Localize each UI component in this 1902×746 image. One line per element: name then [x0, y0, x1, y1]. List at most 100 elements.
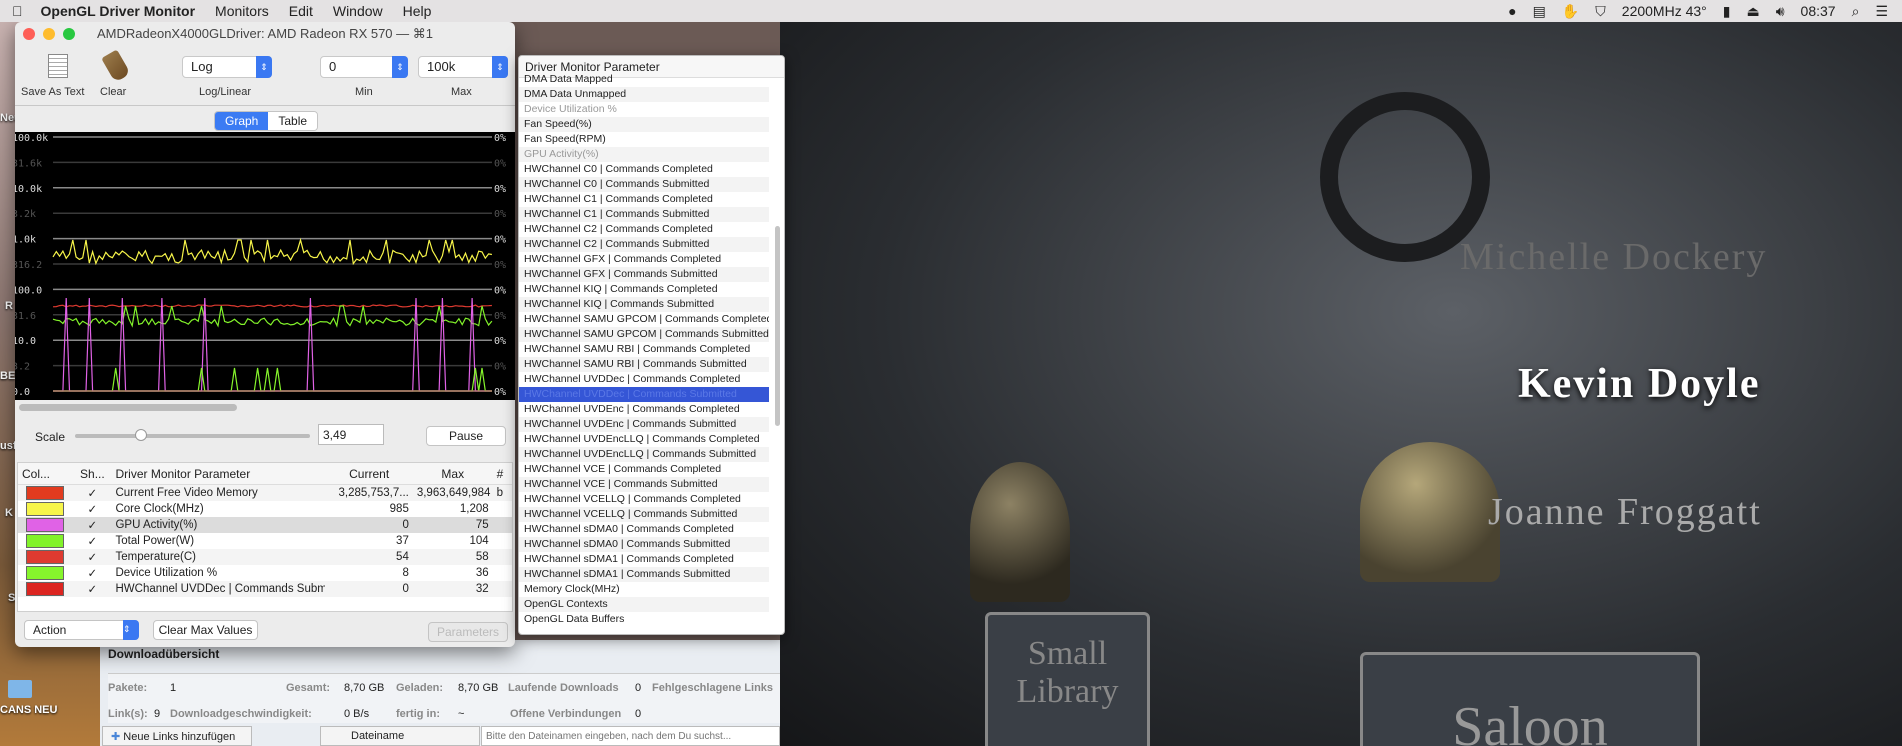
volume-icon[interactable]: 🔊︎	[1776, 3, 1785, 20]
slider-knob[interactable]	[134, 429, 147, 441]
zoom-button[interactable]	[63, 28, 75, 40]
search-input[interactable]	[481, 726, 780, 746]
parameter-list-item[interactable]: Fan Speed(RPM)	[519, 132, 769, 147]
parameter-list-item[interactable]: Device Utilization %	[519, 102, 769, 117]
log-linear-select[interactable]: Log ⇕	[182, 56, 272, 78]
col-show[interactable]: Sh...	[73, 467, 111, 481]
minimize-button[interactable]	[43, 28, 55, 40]
color-swatch[interactable]	[26, 550, 64, 564]
parameter-list-item[interactable]: HWChannel VCELLQ | Commands Submitted	[519, 507, 769, 522]
parameter-list-item[interactable]: HWChannel VCE | Commands Submitted	[519, 477, 769, 492]
parameter-list-item[interactable]: Fan Speed(%)	[519, 117, 769, 132]
parameter-list-item[interactable]: HWChannel VCE | Commands Completed	[519, 462, 769, 477]
parameter-list-item[interactable]: HWChannel UVDDec | Commands Submitted	[519, 387, 769, 402]
menu-edit[interactable]: Edit	[289, 3, 313, 19]
parameter-list-item[interactable]: HWChannel SAMU RBI | Commands Submitted	[519, 357, 769, 372]
list-scrollbar[interactable]	[775, 226, 780, 426]
parameter-list-item[interactable]: HWChannel sDMA0 | Commands Submitted	[519, 537, 769, 552]
drive-icon[interactable]: ▤	[1533, 3, 1546, 20]
color-swatch[interactable]	[26, 582, 64, 596]
video-player[interactable]: Small Library Saloon Michelle Dockery Ke…	[780, 22, 1902, 746]
clock[interactable]: 08:37	[1801, 3, 1836, 19]
table-row[interactable]: ✓ Device Utilization % 8 36	[18, 565, 512, 581]
parameter-list-item[interactable]: HWChannel UVDEnc | Commands Completed	[519, 402, 769, 417]
col-parameter[interactable]: Driver Monitor Parameter	[111, 467, 325, 481]
show-checkbox[interactable]: ✓	[73, 518, 111, 532]
parameter-list-item[interactable]: HWChannel sDMA1 | Commands Submitted	[519, 567, 769, 582]
pause-button[interactable]: Pause	[426, 426, 506, 446]
show-checkbox[interactable]: ✓	[73, 550, 111, 564]
parameter-list-item[interactable]: GPU Activity(%)	[519, 147, 769, 162]
apple-icon[interactable]: 	[12, 3, 23, 19]
color-swatch[interactable]	[26, 502, 64, 516]
list-icon[interactable]: ☰	[1875, 3, 1888, 20]
parameter-list-item[interactable]: HWChannel UVDEnc | Commands Submitted	[519, 417, 769, 432]
menu-app[interactable]: OpenGL Driver Monitor	[41, 3, 196, 19]
folder-icon[interactable]	[8, 680, 32, 698]
color-swatch[interactable]	[26, 534, 64, 548]
parameters-button[interactable]: Parameters	[428, 622, 508, 642]
sd-card-icon[interactable]: ▮	[1723, 3, 1731, 20]
parameter-list-item[interactable]: HWChannel C0 | Commands Completed	[519, 162, 769, 177]
save-as-text-icon[interactable]	[48, 54, 68, 78]
min-select[interactable]: 0 ⇕	[320, 56, 408, 78]
color-swatch[interactable]	[26, 518, 64, 532]
col-unit[interactable]: #	[493, 467, 512, 481]
add-links-button[interactable]: ✚ Neue Links hinzufügen	[102, 726, 252, 746]
scale-input[interactable]: 3,49	[318, 424, 384, 445]
parameter-list-item[interactable]: HWChannel C1 | Commands Submitted	[519, 207, 769, 222]
parameter-list-item[interactable]: OpenGL Contexts	[519, 597, 769, 612]
parameter-list-item[interactable]: HWChannel C1 | Commands Completed	[519, 192, 769, 207]
parameter-list-item[interactable]: HWChannel C2 | Commands Submitted	[519, 237, 769, 252]
menu-window[interactable]: Window	[333, 3, 383, 19]
col-color[interactable]: Col...	[18, 467, 73, 481]
parameter-list-item[interactable]: HWChannel SAMU RBI | Commands Completed	[519, 342, 769, 357]
color-swatch[interactable]	[26, 486, 64, 500]
parameter-list-item[interactable]: HWChannel KIQ | Commands Submitted	[519, 297, 769, 312]
parameter-list-item[interactable]: HWChannel C0 | Commands Submitted	[519, 177, 769, 192]
table-row[interactable]: ✓ Temperature(C) 54 58	[18, 549, 512, 565]
parameter-list-item[interactable]: HWChannel GFX | Commands Completed	[519, 252, 769, 267]
parameter-list-item[interactable]: HWChannel SAMU GPCOM | Commands Complete…	[519, 312, 769, 327]
graph-scrollbar[interactable]	[19, 404, 237, 411]
show-checkbox[interactable]: ✓	[73, 486, 111, 500]
table-row[interactable]: ✓ Current Free Video Memory 3,285,753,7.…	[18, 485, 512, 501]
desktop-label[interactable]: CANS NEU	[0, 704, 57, 716]
broom-icon[interactable]	[101, 49, 131, 83]
table-row[interactable]: ✓ HWChannel UVDDec | Commands Submitt 0 …	[18, 581, 512, 597]
show-checkbox[interactable]: ✓	[73, 502, 111, 516]
parameter-list-item[interactable]: HWChannel UVDEncLLQ | Commands Completed	[519, 432, 769, 447]
parameter-list-item[interactable]: HWChannel VCELLQ | Commands Completed	[519, 492, 769, 507]
parameter-list-item[interactable]: HWChannel UVDDec | Commands Completed	[519, 372, 769, 387]
menu-monitors[interactable]: Monitors	[215, 3, 269, 19]
table-row[interactable]: ✓ Total Power(W) 37 104	[18, 533, 512, 549]
cpu-monitor[interactable]: 2200MHz 43°	[1622, 3, 1707, 19]
scale-slider[interactable]	[75, 429, 310, 441]
hand-icon[interactable]: ✋	[1562, 3, 1579, 20]
col-current[interactable]: Current	[325, 467, 412, 481]
table-row[interactable]: ✓ Core Clock(MHz) 985 1,208	[18, 501, 512, 517]
parameter-list-item[interactable]: OpenGL Data Buffers	[519, 612, 769, 627]
column-select[interactable]: Dateiname	[320, 726, 480, 746]
close-button[interactable]	[23, 28, 35, 40]
col-max[interactable]: Max	[413, 467, 493, 481]
clear-button[interactable]: Clear	[100, 86, 126, 98]
parameter-list-item[interactable]: HWChannel C2 | Commands Completed	[519, 222, 769, 237]
menu-help[interactable]: Help	[403, 3, 432, 19]
globe-icon[interactable]: ●	[1508, 3, 1516, 19]
parameter-list-item[interactable]: HWChannel SAMU GPCOM | Commands Submitte…	[519, 327, 769, 342]
parameter-list-item[interactable]: HWChannel sDMA0 | Commands Completed	[519, 522, 769, 537]
parameter-list-item[interactable]: Memory Clock(MHz)	[519, 582, 769, 597]
eject-icon[interactable]: ⏏	[1746, 3, 1759, 20]
clear-max-values-button[interactable]: Clear Max Values	[153, 620, 258, 640]
shield-icon[interactable]: ⛉	[1595, 3, 1606, 20]
table-row[interactable]: ✓ GPU Activity(%) 0 75	[18, 517, 512, 533]
show-checkbox[interactable]: ✓	[73, 534, 111, 548]
action-select[interactable]: Action ⇕	[24, 620, 139, 640]
tab-graph[interactable]: Graph	[215, 112, 269, 130]
parameter-list-item[interactable]: HWChannel KIQ | Commands Completed	[519, 282, 769, 297]
search-icon[interactable]: ⌕	[1852, 3, 1860, 20]
color-swatch[interactable]	[26, 566, 64, 580]
show-checkbox[interactable]: ✓	[73, 582, 111, 596]
parameter-list-item[interactable]: HWChannel sDMA1 | Commands Completed	[519, 552, 769, 567]
